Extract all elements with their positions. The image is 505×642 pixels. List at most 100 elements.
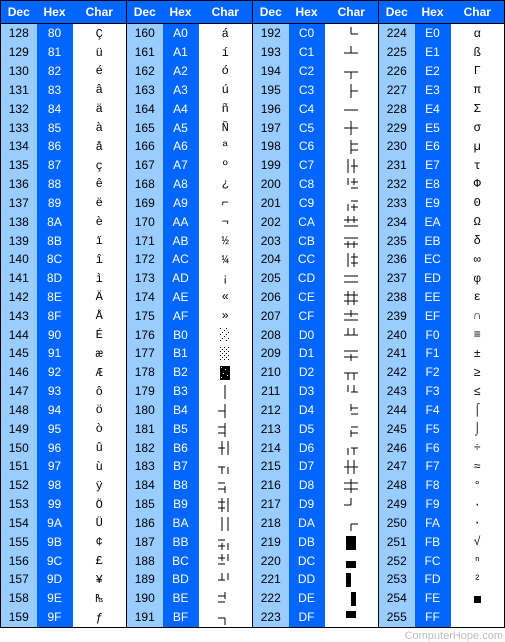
cell-char [199, 570, 253, 589]
cell-hex: E9 [415, 193, 451, 212]
cell-hex: D3 [289, 382, 325, 401]
cell-hex: FC [415, 551, 451, 570]
cell-hex: AB [163, 231, 199, 250]
cell-hex: A0 [163, 24, 199, 43]
cell-char [325, 382, 379, 401]
cell-dec: 221 [253, 570, 289, 589]
cell-hex: A4 [163, 99, 199, 118]
cell-hex: E0 [415, 24, 451, 43]
table-row: 15197ù183B7215D7247F7≈ [1, 457, 505, 476]
cell-char [325, 514, 379, 533]
cell-hex: EC [415, 250, 451, 269]
cell-char: ₧ [73, 589, 127, 608]
cell-dec: 163 [127, 80, 163, 99]
cell-char: í [199, 43, 253, 62]
table-row: 13385à165A5Ñ197C5229E5σ [1, 118, 505, 137]
cell-char [199, 344, 253, 363]
cell-dec: 183 [127, 457, 163, 476]
cell-char [325, 212, 379, 231]
cell-hex: C4 [289, 99, 325, 118]
table-row: 1599Fƒ191BF223DF255FF [1, 608, 505, 627]
cell-hex: C7 [289, 156, 325, 175]
cell-hex: C0 [289, 24, 325, 43]
col-header-dec: Dec [1, 1, 37, 24]
cell-hex: 92 [37, 363, 73, 382]
cell-hex: A1 [163, 43, 199, 62]
cell-char [325, 608, 379, 627]
cell-dec: 192 [253, 24, 289, 43]
cell-dec: 193 [253, 43, 289, 62]
cell-dec: 166 [127, 137, 163, 156]
cell-hex: B1 [163, 344, 199, 363]
cell-dec: 207 [253, 306, 289, 325]
cell-dec: 196 [253, 99, 289, 118]
cell-dec: 139 [1, 231, 37, 250]
cell-dec: 240 [379, 325, 415, 344]
cell-dec: 209 [253, 344, 289, 363]
cell-dec: 210 [253, 363, 289, 382]
cell-char: É [73, 325, 127, 344]
cell-char: à [73, 118, 127, 137]
cell-char [325, 288, 379, 307]
cell-hex: B6 [163, 438, 199, 457]
cell-dec: 188 [127, 551, 163, 570]
cell-char: Ü [73, 514, 127, 533]
cell-dec: 154 [1, 514, 37, 533]
credit-text: ComputerHope.com [0, 628, 505, 642]
cell-hex: 98 [37, 476, 73, 495]
cell-char: « [199, 288, 253, 307]
cell-char [325, 80, 379, 99]
cell-dec: 150 [1, 438, 37, 457]
cell-char: ½ [199, 231, 253, 250]
cell-char: ≤ [451, 382, 505, 401]
cell-dec: 177 [127, 344, 163, 363]
cell-hex: 94 [37, 401, 73, 420]
cell-char [325, 457, 379, 476]
cell-dec: 144 [1, 325, 37, 344]
cell-dec: 197 [253, 118, 289, 137]
cell-char [199, 532, 253, 551]
table-row: 13486å166A6ª198C6230E6µ [1, 137, 505, 156]
cell-dec: 149 [1, 419, 37, 438]
cell-char: π [451, 80, 505, 99]
col-header-dec: Dec [253, 1, 289, 24]
table-row: 14995ò181B5213D5245F5⌡ [1, 419, 505, 438]
cell-hex: B8 [163, 476, 199, 495]
cell-dec: 254 [379, 589, 415, 608]
cell-hex: C3 [289, 80, 325, 99]
cell-char: ≈ [451, 457, 505, 476]
cell-dec: 156 [1, 551, 37, 570]
cell-hex: 9B [37, 532, 73, 551]
cell-char: ± [451, 344, 505, 363]
cell-hex: CC [289, 250, 325, 269]
table-row: 13789ë169A9⌐201C9233E9Θ [1, 193, 505, 212]
cell-hex: EA [415, 212, 451, 231]
cell-hex: C1 [289, 43, 325, 62]
cell-hex: 9D [37, 570, 73, 589]
cell-hex: F8 [415, 476, 451, 495]
cell-hex: DE [289, 589, 325, 608]
cell-char [199, 438, 253, 457]
cell-char [325, 344, 379, 363]
cell-char [325, 551, 379, 570]
cell-dec: 246 [379, 438, 415, 457]
cell-char: Φ [451, 175, 505, 194]
cell-char: ú [199, 80, 253, 99]
cell-hex: 93 [37, 382, 73, 401]
cell-hex: E4 [415, 99, 451, 118]
cell-char [325, 419, 379, 438]
cell-hex: FA [415, 514, 451, 533]
cell-hex: 9E [37, 589, 73, 608]
cell-hex: 82 [37, 62, 73, 81]
cell-char [325, 156, 379, 175]
cell-dec: 239 [379, 306, 415, 325]
cell-hex: E3 [415, 80, 451, 99]
cell-char [199, 589, 253, 608]
table-row: 1549AÜ186BA218DA250FA· [1, 514, 505, 533]
col-header-dec: Dec [379, 1, 415, 24]
cell-char: ä [73, 99, 127, 118]
table-row: 13183â163A3ú195C3227E3π [1, 80, 505, 99]
cell-dec: 228 [379, 99, 415, 118]
table-row: 1398Bï171AB½203CB235EBδ [1, 231, 505, 250]
cell-hex: C9 [289, 193, 325, 212]
